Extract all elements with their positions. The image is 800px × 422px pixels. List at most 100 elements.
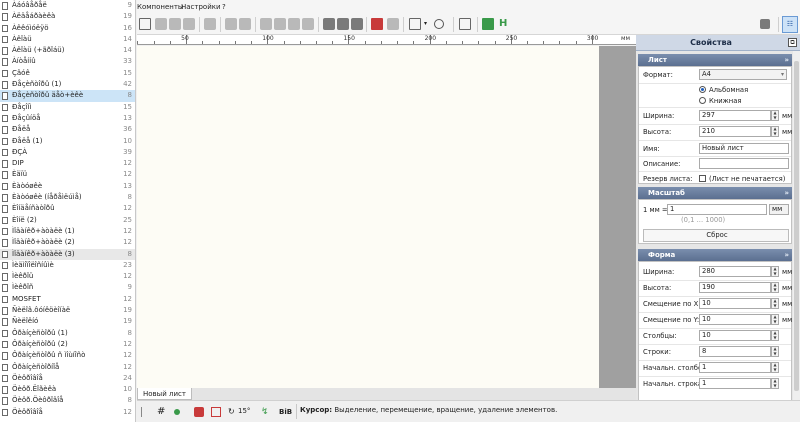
no-snap-icon[interactable] <box>211 407 221 417</box>
portrait-radio[interactable] <box>699 97 706 104</box>
sheet-width-spinner[interactable]: ▲ ▼ <box>771 110 779 121</box>
list-item[interactable]: Àíòåííû 33 <box>0 56 135 67</box>
list-item[interactable]: Öèôðîâîå 24 <box>0 373 135 384</box>
format-select[interactable]: A4 ▾ <box>699 69 787 80</box>
sheet-tab[interactable]: Новый лист <box>137 388 192 400</box>
page-icon[interactable] <box>139 18 151 30</box>
offset-x-input[interactable]: 10 <box>699 298 771 309</box>
list-item[interactable]: Èàòóøêè 13 <box>0 181 135 192</box>
list-item[interactable]: Ðåçîíì 15 <box>0 102 135 113</box>
binoculars-icon[interactable] <box>760 19 770 29</box>
rectangle-icon[interactable] <box>409 18 421 30</box>
list-item[interactable]: DIP 12 <box>0 158 135 169</box>
description-input[interactable] <box>699 158 789 169</box>
select-area-icon[interactable] <box>371 18 383 30</box>
bom-icon[interactable] <box>482 18 494 30</box>
list-item[interactable]: Ðåëå 36 <box>0 124 135 135</box>
rows-input[interactable]: 8 <box>699 346 771 357</box>
shape-height-input[interactable]: 190 <box>699 282 771 293</box>
autoroute-icon[interactable]: ↯ <box>261 407 271 417</box>
list-item[interactable]: ÐÇÀ 39 <box>0 147 135 158</box>
list-item[interactable]: Èäïü 12 <box>0 169 135 180</box>
start-column-spinner[interactable]: ▲ ▼ <box>771 362 779 373</box>
menu-settings[interactable]: Настройки <box>181 3 221 11</box>
list-item[interactable]: Ìîäàíêð+àòàëè (2) 12 <box>0 237 135 248</box>
list-item[interactable]: Ðåçèñòîðû äåò+èêè 8 <box>0 90 135 102</box>
bib-icon[interactable]: BiB <box>279 407 293 417</box>
reserve-checkbox[interactable] <box>699 175 706 182</box>
copy-icon[interactable] <box>169 18 181 30</box>
list-item[interactable]: Ôðàíçèñòîðû ñ ìîùíîñò 12 <box>0 350 135 361</box>
rows-spinner[interactable]: ▲ ▼ <box>771 346 779 357</box>
list-item[interactable]: Ôðàíçèñòîðíîå 12 <box>0 362 135 373</box>
delete-icon[interactable] <box>204 18 216 30</box>
rotate-icon[interactable] <box>260 18 272 30</box>
offset-y-spinner[interactable]: ▲ ▼ <box>771 314 779 325</box>
canvas-area[interactable] <box>137 46 636 388</box>
list-item[interactable]: Öèôð.Öèôðîâîå 8 <box>0 395 135 406</box>
sheet-height-spinner[interactable]: ▲ ▼ <box>771 126 779 137</box>
arrange-icon[interactable] <box>351 18 363 30</box>
sheet-name-input[interactable]: Новый лист <box>699 143 789 154</box>
scale-unit-select[interactable]: мм <box>769 204 789 215</box>
sheet-section-header[interactable]: Лист » <box>638 54 792 66</box>
sheet-height-input[interactable]: 210 <box>699 126 771 137</box>
list-item[interactable]: Ìèêðîü 12 <box>0 271 135 282</box>
group-icon[interactable] <box>225 18 237 30</box>
properties-panel-icon[interactable]: ☷ <box>782 16 798 33</box>
reset-button[interactable]: Сброс <box>643 229 789 242</box>
menu-components[interactable]: Компоненты <box>137 3 183 11</box>
list-item[interactable]: Öèôð.Ëîãèêà 10 <box>0 384 135 395</box>
shape-height-spinner[interactable]: ▲ ▼ <box>771 282 779 293</box>
list-item[interactable]: Àêîàü 14 <box>0 34 135 45</box>
scale-input[interactable]: 1 <box>667 204 767 215</box>
list-item[interactable]: Èîíë (2) 25 <box>0 215 135 226</box>
drawing-sheet[interactable] <box>137 46 599 388</box>
list-item[interactable]: Àêîàü (+ãðîáü) 14 <box>0 45 135 56</box>
list-item[interactable]: Ôðàíçèñòîðû (2) 12 <box>0 339 135 350</box>
list-icon[interactable] <box>387 18 399 30</box>
columns-input[interactable]: 10 <box>699 330 771 341</box>
list-item[interactable]: Èàòóøêè (íåðåìëúìå) 8 <box>0 192 135 203</box>
landscape-radio[interactable] <box>699 86 706 93</box>
list-item[interactable]: Öèôðîâîå 12 <box>0 407 135 418</box>
zoom-icon[interactable] <box>434 19 444 29</box>
start-column-input[interactable]: 1 <box>699 362 771 373</box>
list-item[interactable]: Ñèëîêíó 19 <box>0 316 135 327</box>
sheet-width-input[interactable]: 297 <box>699 110 771 121</box>
move-front-icon[interactable] <box>323 18 335 30</box>
undock-icon[interactable]: ⧉ <box>788 38 797 47</box>
properties-scrollbar[interactable] <box>793 51 800 400</box>
connect-icon[interactable] <box>194 407 204 417</box>
scale-section-header[interactable]: Масштаб » <box>638 187 792 199</box>
list-item[interactable]: Ìîäàíêð+àòàëè (1) 12 <box>0 226 135 237</box>
menu-help[interactable]: ? <box>222 3 226 11</box>
mirror-horizontal-icon[interactable] <box>274 18 286 30</box>
list-item[interactable]: Ðåëå (1) 10 <box>0 136 135 147</box>
view-window-icon[interactable] <box>459 18 471 30</box>
collapse-icon[interactable]: » <box>784 187 789 199</box>
list-item[interactable]: Èîíäåíñàòîðû 12 <box>0 203 135 214</box>
snap-icon[interactable] <box>174 409 180 415</box>
start-row-input[interactable]: 1 <box>699 378 771 389</box>
list-item[interactable]: Ðåçûíöå 13 <box>0 113 135 124</box>
columns-spinner[interactable]: ▲ ▼ <box>771 330 779 341</box>
scrollbar-thumb[interactable] <box>794 61 799 391</box>
shape-width-input[interactable]: 280 <box>699 266 771 277</box>
paste-icon[interactable] <box>183 18 195 30</box>
offset-y-input[interactable]: 10 <box>699 314 771 325</box>
list-item[interactable]: Àëäåáðàèêà 19 <box>0 11 135 22</box>
panel-toggle-icon[interactable] <box>141 407 151 417</box>
collapse-icon[interactable]: » <box>784 54 789 66</box>
rotate-angle-value[interactable]: 15° <box>238 407 250 415</box>
shape-width-spinner[interactable]: ▲ ▼ <box>771 266 779 277</box>
move-back-icon[interactable] <box>337 18 349 30</box>
list-item[interactable]: Àáóâåðåë 9 <box>0 0 135 11</box>
cut-icon[interactable] <box>155 18 167 30</box>
list-item[interactable]: Ôðàíçèñòîðû (1) 8 <box>0 328 135 339</box>
offset-x-spinner[interactable]: ▲ ▼ <box>771 298 779 309</box>
rotate-angle-icon[interactable]: ↻ <box>228 407 238 417</box>
collapse-icon[interactable]: » <box>784 249 789 261</box>
shape-section-header[interactable]: Форма » <box>638 249 792 261</box>
list-item[interactable]: Ìèêðîñ 9 <box>0 282 135 293</box>
